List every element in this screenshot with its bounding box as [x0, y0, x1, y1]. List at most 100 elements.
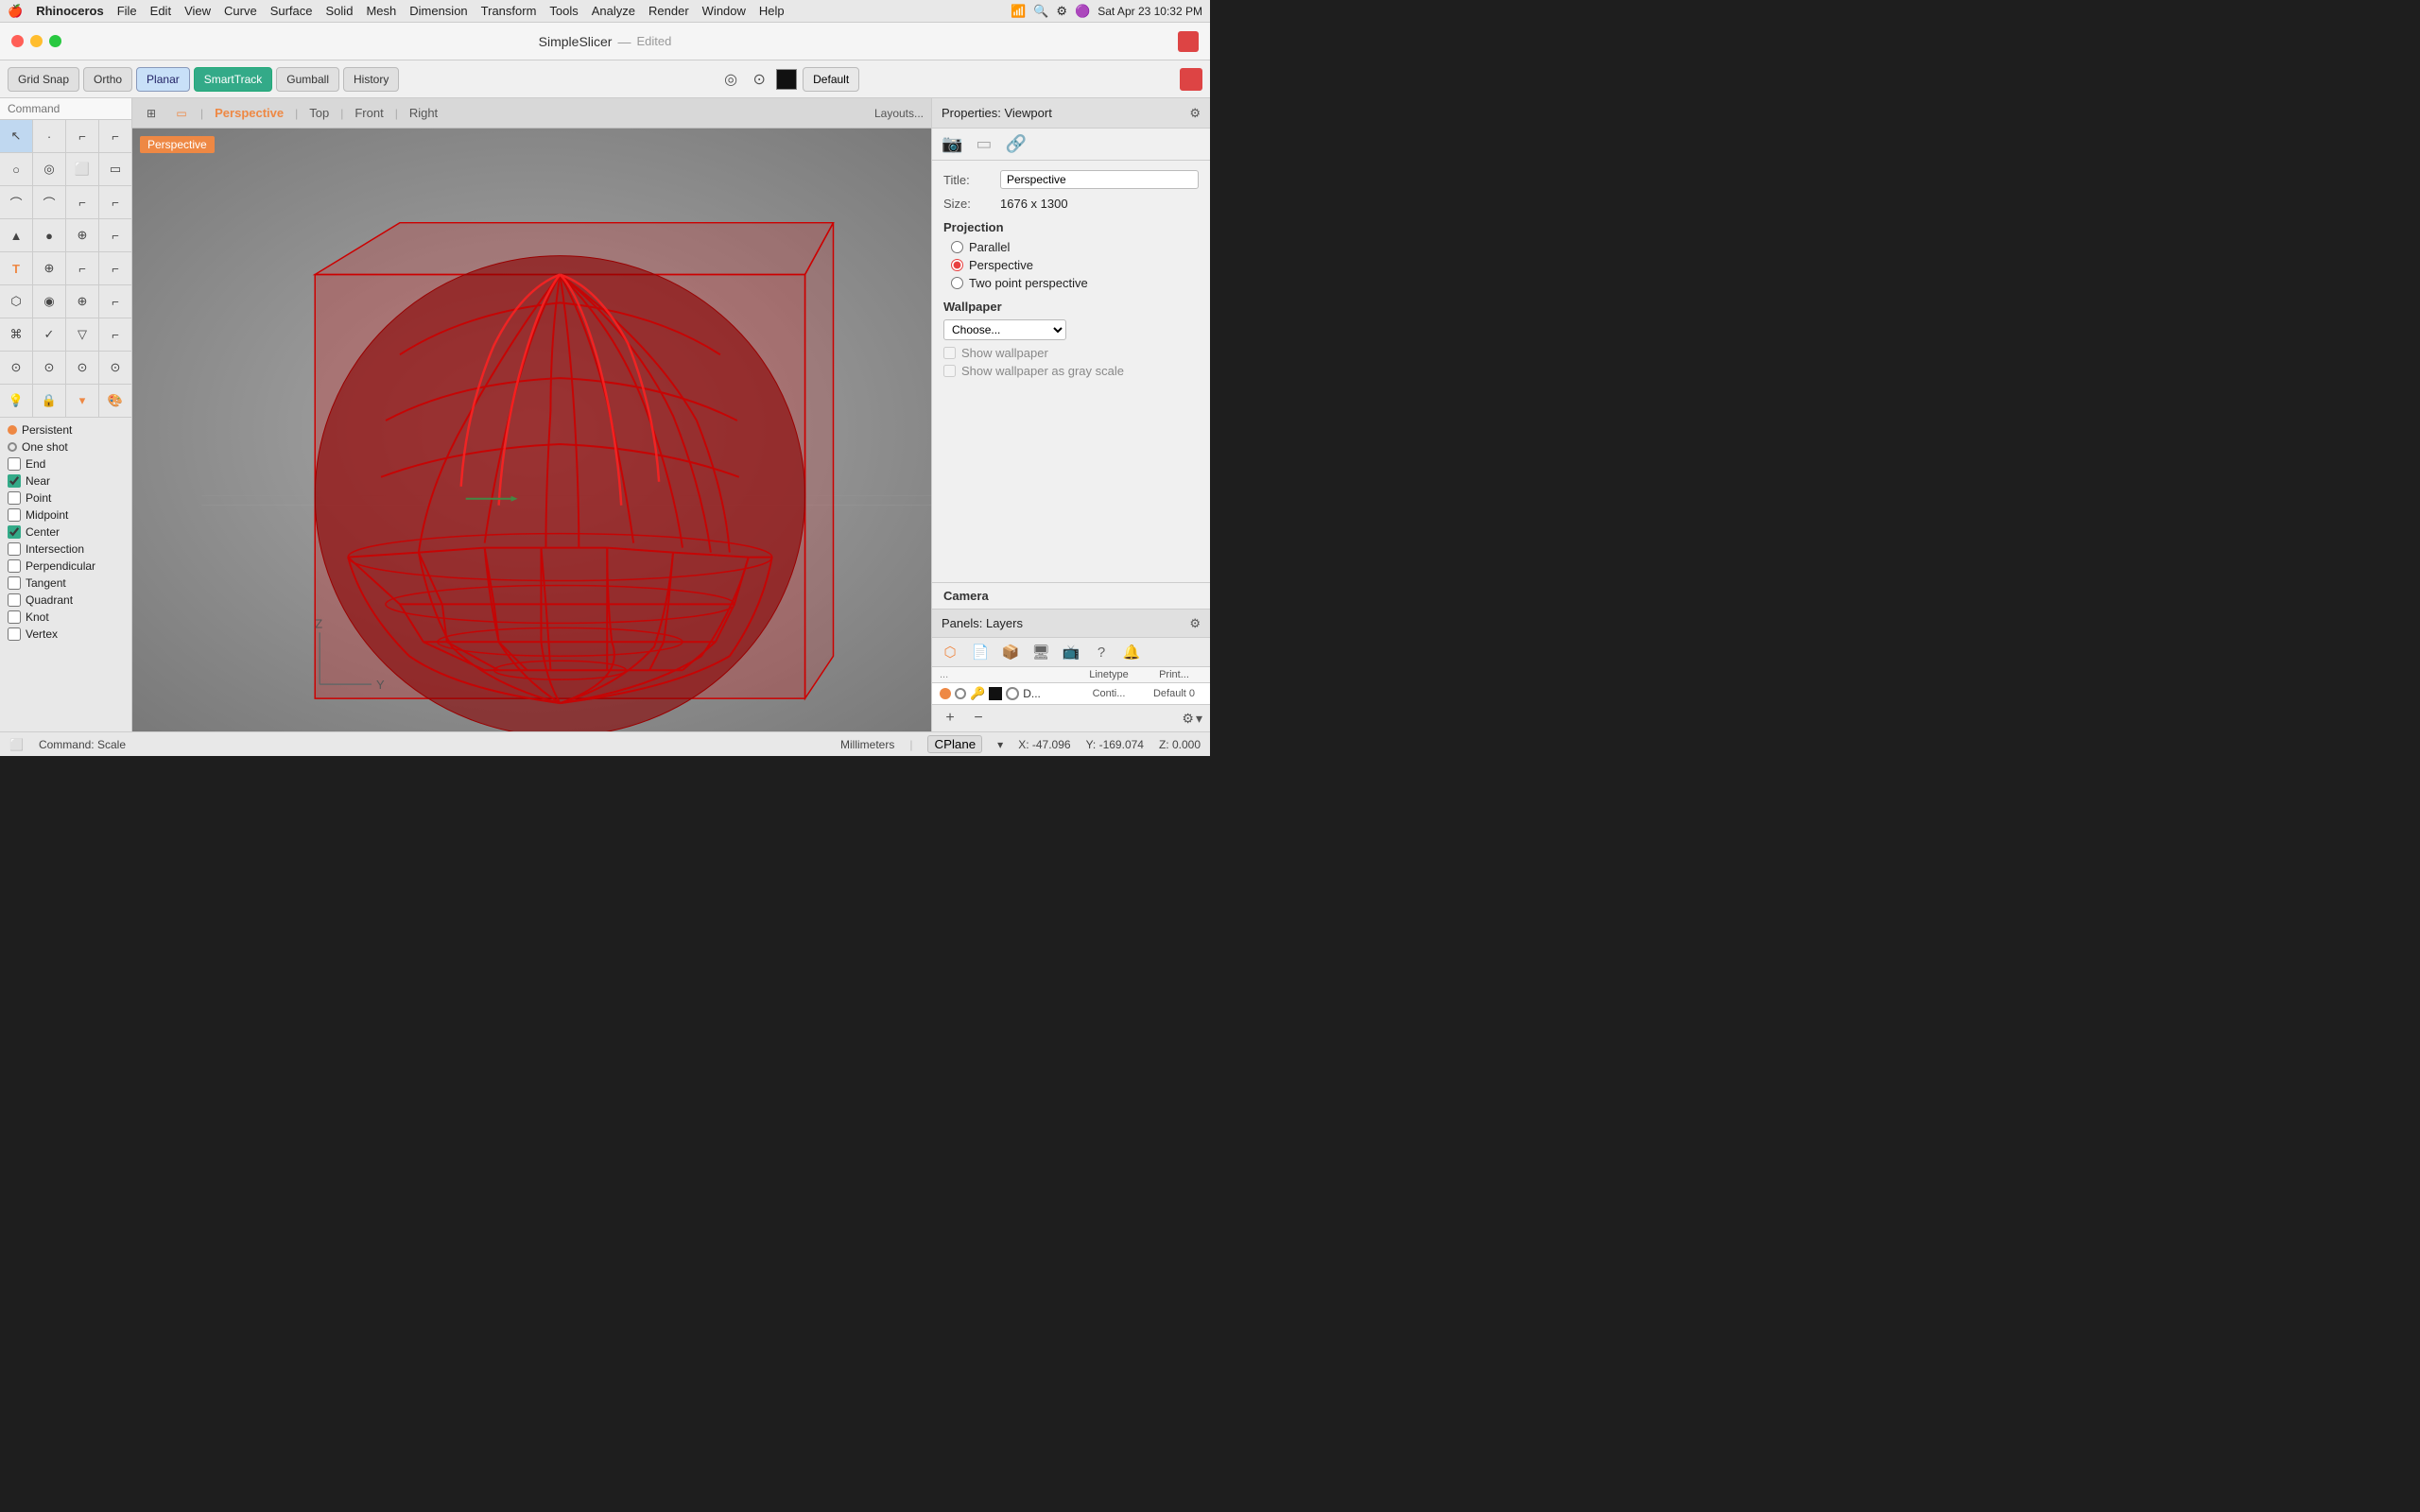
sphere-tool[interactable]: ◎: [33, 153, 65, 185]
snap-point-checkbox[interactable]: [8, 491, 21, 505]
history-button[interactable]: History: [343, 67, 399, 92]
app-name[interactable]: Rhinoceros: [36, 4, 104, 18]
viewport-canvas[interactable]: Perspective: [132, 129, 931, 731]
pan-tool[interactable]: ⊙: [33, 352, 65, 384]
snap-quadrant[interactable]: Quadrant: [8, 592, 124, 609]
wallpaper-grayscale-checkbox[interactable]: [943, 365, 956, 377]
ortho-button[interactable]: Ortho: [83, 67, 132, 92]
snap-point[interactable]: Point: [8, 490, 124, 507]
parallel-radio-row[interactable]: Parallel: [951, 240, 1199, 254]
mesh-tool[interactable]: ⊕: [66, 219, 98, 251]
perspective-radio[interactable]: [951, 259, 963, 271]
snap-near-checkbox[interactable]: [8, 474, 21, 488]
color-swatch[interactable]: [776, 69, 797, 90]
tab-top[interactable]: Top: [305, 104, 333, 122]
close-button[interactable]: [11, 35, 24, 47]
menu-tools[interactable]: Tools: [549, 4, 578, 18]
command-input[interactable]: [0, 98, 131, 120]
cage-tool[interactable]: ⌐: [99, 285, 131, 318]
history-tool[interactable]: ▽: [66, 318, 98, 351]
flow-tool[interactable]: ⌐: [66, 252, 98, 284]
right-toggle-icon[interactable]: [1180, 68, 1202, 91]
arc-tool-2[interactable]: ⌒: [33, 186, 65, 218]
layers-settings-button[interactable]: ⚙ ▾: [1182, 711, 1202, 727]
snap-quadrant-checkbox[interactable]: [8, 593, 21, 607]
layers-bell-icon[interactable]: 🔔: [1121, 642, 1142, 662]
dot-tool[interactable]: ◉: [33, 285, 65, 318]
snap-knot-checkbox[interactable]: [8, 610, 21, 624]
menu-transform[interactable]: Transform: [481, 4, 537, 18]
menu-edit[interactable]: Edit: [150, 4, 171, 18]
props-gear-icon[interactable]: ⚙: [1189, 106, 1201, 121]
text-tool[interactable]: T: [0, 252, 32, 284]
lock-tool[interactable]: 🔒: [33, 385, 65, 417]
viewport-grid-icon[interactable]: ⊞: [140, 102, 163, 125]
snap-persistent[interactable]: Persistent: [8, 421, 124, 438]
perspective-radio-row[interactable]: Perspective: [951, 258, 1199, 272]
menu-view[interactable]: View: [184, 4, 211, 18]
light-tool[interactable]: 💡: [0, 385, 32, 417]
camera-props-icon[interactable]: 📷: [942, 134, 962, 154]
snap-midpoint-checkbox[interactable]: [8, 508, 21, 522]
walk-tool[interactable]: ⊙: [99, 352, 131, 384]
layers-help-icon[interactable]: ?: [1091, 642, 1112, 662]
rotate-view-tool[interactable]: ⊙: [66, 352, 98, 384]
planar-button[interactable]: Planar: [136, 67, 190, 92]
layers-doc-icon[interactable]: 📄: [970, 642, 991, 662]
snap-perpendicular[interactable]: Perpendicular: [8, 558, 124, 575]
rect-props-icon[interactable]: ▭: [976, 134, 992, 154]
parallel-radio[interactable]: [951, 241, 963, 253]
menu-window[interactable]: Window: [702, 4, 746, 18]
layers-add-button[interactable]: +: [940, 708, 960, 729]
snap-tangent-checkbox[interactable]: [8, 576, 21, 590]
layers-screen-icon[interactable]: 📺: [1061, 642, 1081, 662]
title-prop-input[interactable]: [1000, 170, 1199, 189]
snap-intersection[interactable]: Intersection: [8, 541, 124, 558]
smarttrack-button[interactable]: SmartTrack: [194, 67, 273, 92]
ctrl-icon[interactable]: ⚙: [1056, 4, 1067, 19]
arc-tool[interactable]: ⌒: [0, 186, 32, 218]
dim-tool[interactable]: ⌐: [99, 219, 131, 251]
tab-front[interactable]: Front: [351, 104, 387, 122]
minimize-button[interactable]: [30, 35, 43, 47]
tab-perspective[interactable]: Perspective: [211, 104, 287, 122]
viewport-page-icon[interactable]: ▭: [170, 102, 193, 125]
wallpaper-select[interactable]: Choose...: [943, 319, 1066, 340]
tab-right[interactable]: Right: [406, 104, 441, 122]
apple-menu[interactable]: 🍎: [8, 4, 23, 19]
layer-color-swatch[interactable]: [989, 687, 1002, 700]
zoom-tool[interactable]: ⊙: [0, 352, 32, 384]
snap-midpoint[interactable]: Midpoint: [8, 507, 124, 524]
blend-tool[interactable]: ⌐: [99, 252, 131, 284]
snap-tool[interactable]: ⌘: [0, 318, 32, 351]
layouts-button[interactable]: Layouts...: [874, 107, 924, 120]
layer-row-name[interactable]: D...: [1023, 687, 1072, 700]
layers-gear-icon[interactable]: ⚙: [1189, 616, 1201, 631]
gumball-button[interactable]: Gumball: [276, 67, 339, 92]
menu-render[interactable]: Render: [648, 4, 689, 18]
grid-snap-button[interactable]: Grid Snap: [8, 67, 79, 92]
snap-vertex[interactable]: Vertex: [8, 626, 124, 643]
menu-surface[interactable]: Surface: [270, 4, 313, 18]
layer-material-swatch[interactable]: [1006, 687, 1019, 700]
layer-row-linetype[interactable]: Conti...: [1076, 688, 1142, 699]
curve-tool-1[interactable]: ⌐: [66, 120, 98, 152]
snap-circle-icon[interactable]: ◎: [719, 68, 742, 91]
menu-analyze[interactable]: Analyze: [592, 4, 635, 18]
snap-near[interactable]: Near: [8, 472, 124, 490]
link-props-icon[interactable]: 🔗: [1005, 134, 1026, 154]
cplane-button[interactable]: CPlane: [927, 735, 982, 753]
snap-target-icon[interactable]: ⊙: [748, 68, 770, 91]
solid-tool[interactable]: ●: [33, 219, 65, 251]
snap-intersection-checkbox[interactable]: [8, 542, 21, 556]
show-wallpaper-checkbox[interactable]: [943, 347, 956, 359]
layer-row-print[interactable]: Default 0: [1146, 688, 1202, 699]
worksession-tool[interactable]: ▾: [66, 385, 98, 417]
snap-end-checkbox[interactable]: [8, 457, 21, 471]
menu-help[interactable]: Help: [759, 4, 785, 18]
layers-remove-button[interactable]: −: [968, 708, 989, 729]
snap-perpendicular-checkbox[interactable]: [8, 559, 21, 573]
snap-center[interactable]: Center: [8, 524, 124, 541]
search-icon[interactable]: 🔍: [1033, 4, 1048, 19]
snap-oneshot[interactable]: One shot: [8, 438, 124, 455]
